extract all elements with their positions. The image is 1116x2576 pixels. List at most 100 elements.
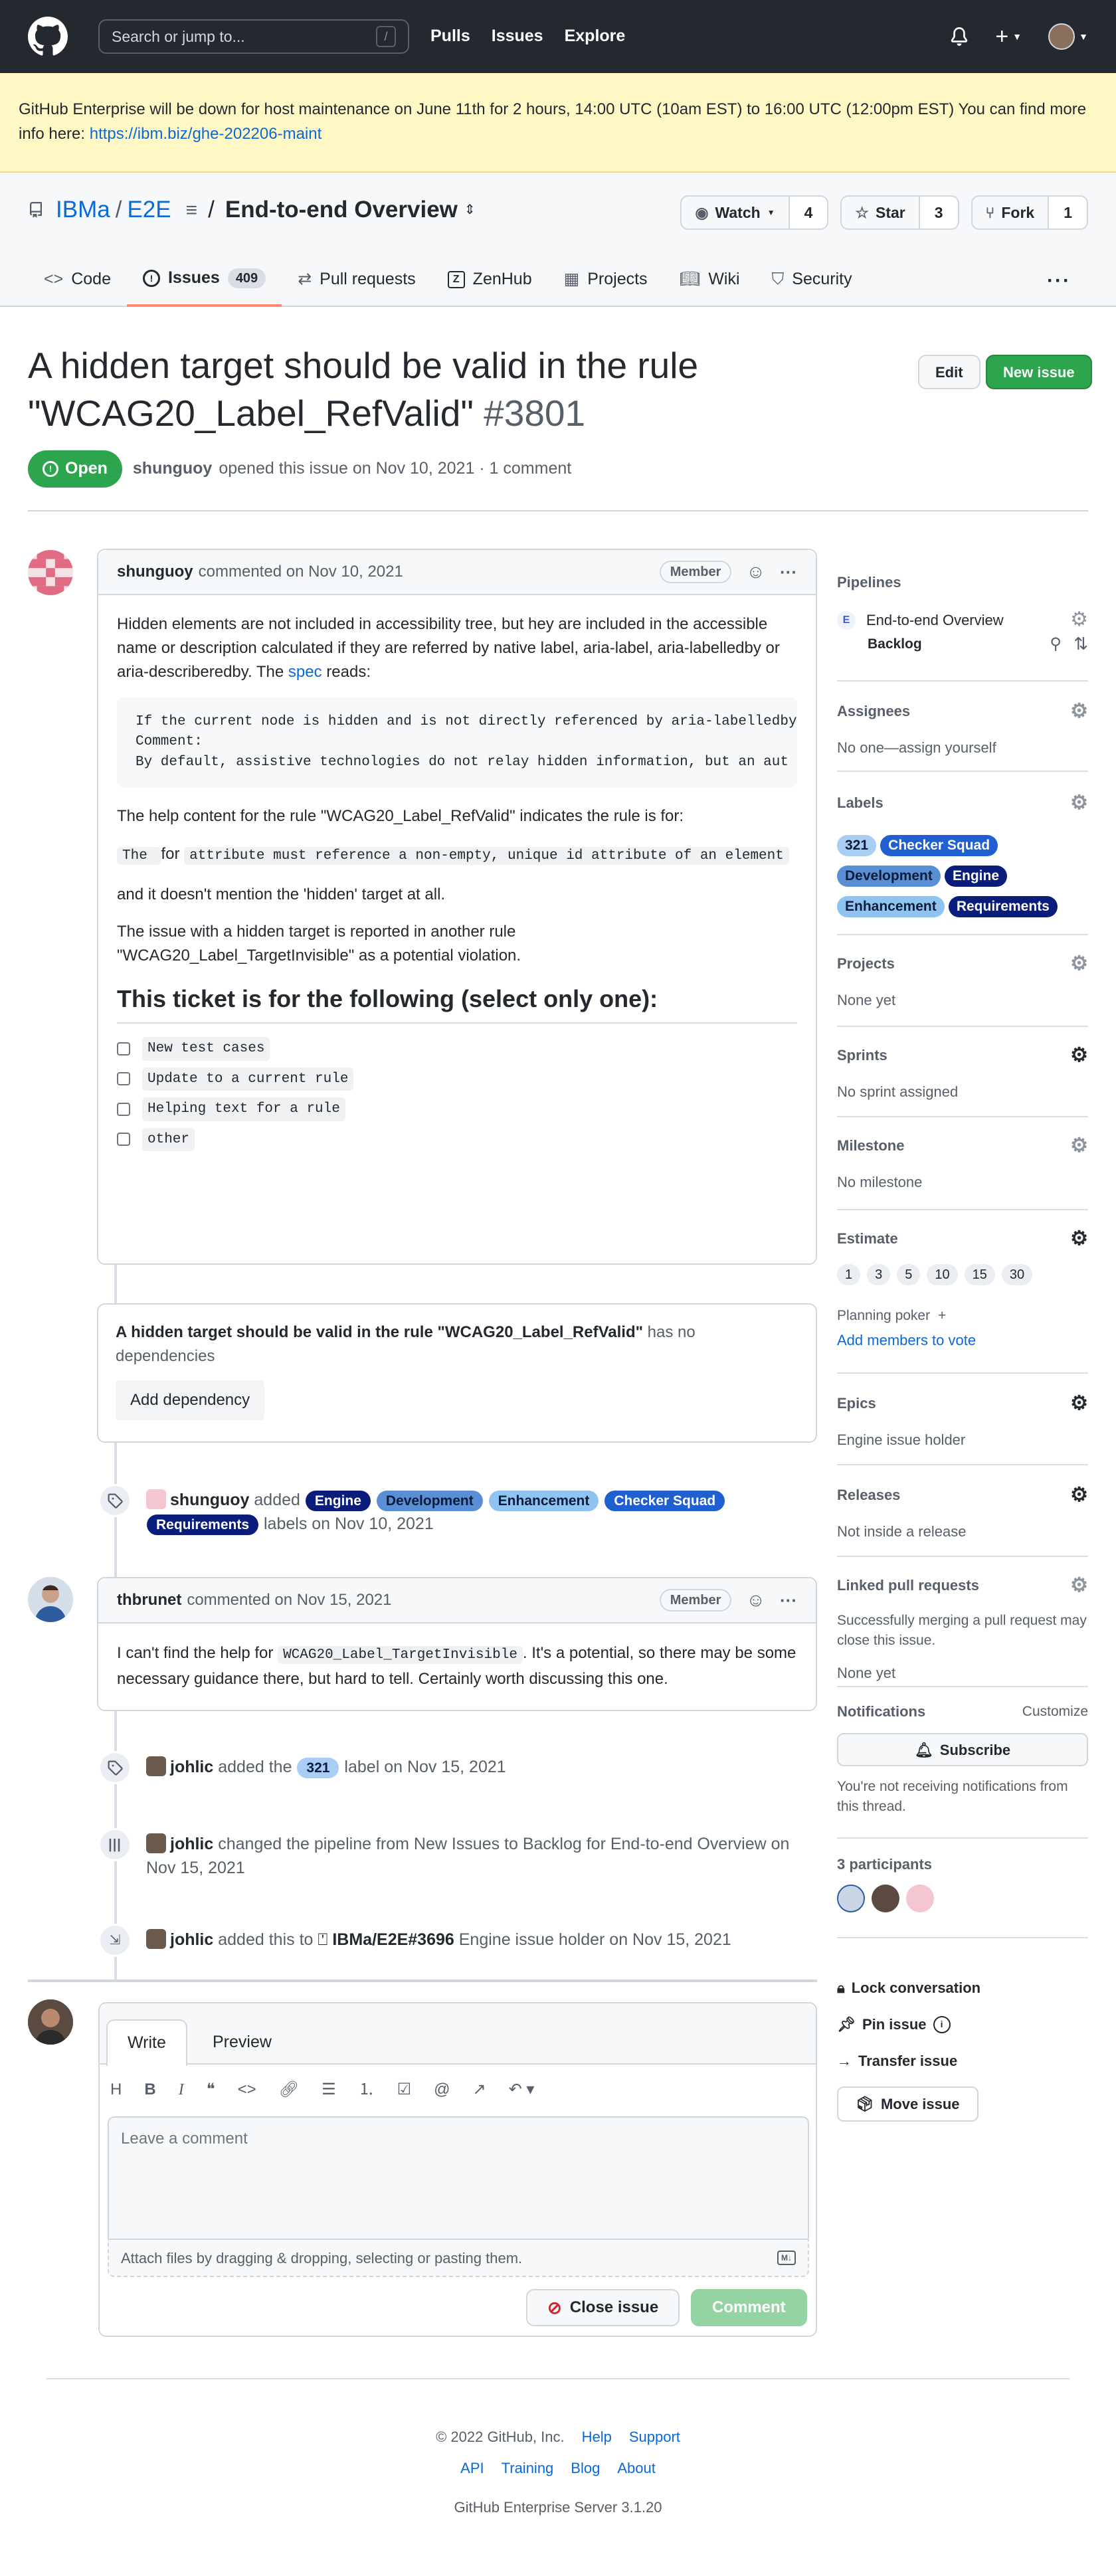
footer-link-help[interactable]: Help: [582, 2426, 612, 2448]
event-user[interactable]: shunguoy: [170, 1491, 249, 1509]
tab-code[interactable]: <> Code: [28, 252, 127, 307]
edit-title-button[interactable]: Edit: [918, 355, 980, 389]
project-name[interactable]: End-to-end Overview: [225, 193, 458, 228]
kebab-icon[interactable]: ···: [780, 1588, 797, 1613]
epics-value[interactable]: Engine issue holder: [837, 1429, 1088, 1451]
spec-link[interactable]: spec: [288, 663, 322, 681]
code-icon[interactable]: <>: [238, 2078, 256, 2102]
close-issue-button[interactable]: ⊘ Close issue: [526, 2289, 680, 2326]
footer-link-about[interactable]: About: [617, 2457, 656, 2479]
smiley-icon[interactable]: ☺: [746, 558, 765, 586]
gear-icon[interactable]: ⚙: [1070, 1040, 1088, 1070]
tab-write[interactable]: Write: [106, 2019, 187, 2066]
tasklist-icon[interactable]: ☑: [397, 2078, 412, 2102]
participant-avatar[interactable]: [872, 1885, 899, 1912]
bold-icon[interactable]: B: [144, 2078, 155, 2102]
customize-link[interactable]: Customize: [1022, 1701, 1088, 1722]
comment-textarea[interactable]: Leave a comment: [108, 2116, 809, 2240]
banner-link[interactable]: https://ibm.biz/ghe-202206-maint: [90, 125, 322, 143]
gear-icon[interactable]: ⚙: [1070, 1131, 1088, 1160]
link-icon[interactable]: 🔗︎: [279, 2078, 299, 2102]
nav-explore[interactable]: Explore: [565, 24, 626, 49]
tab-projects[interactable]: ▦ Projects: [548, 252, 664, 307]
tab-preview[interactable]: Preview: [193, 2019, 292, 2066]
estimate-chip[interactable]: 30: [1001, 1264, 1033, 1285]
star-button[interactable]: ☆ Star 3: [840, 195, 959, 230]
gear-icon[interactable]: ⚙: [1070, 604, 1088, 634]
task-checkbox[interactable]: [117, 1042, 130, 1056]
repo-name-link[interactable]: E2E: [127, 193, 171, 228]
footer-link-blog[interactable]: Blog: [571, 2457, 600, 2479]
label-321[interactable]: 321: [837, 835, 877, 856]
notifications-bell-icon[interactable]: [950, 27, 969, 46]
avatar-johlic-small[interactable]: [146, 1929, 166, 1949]
italic-icon[interactable]: I: [179, 2078, 184, 2102]
subscribe-button[interactable]: 🔔︎ Subscribe: [837, 1733, 1088, 1766]
gear-icon[interactable]: ⚙: [1070, 1480, 1088, 1510]
estimate-chip[interactable]: 10: [927, 1264, 958, 1285]
gear-icon[interactable]: ⚙: [1070, 1224, 1088, 1253]
new-issue-button[interactable]: New issue: [986, 355, 1092, 389]
event-user[interactable]: johlic: [170, 1930, 213, 1949]
comment-author[interactable]: thbrunet: [117, 1588, 181, 1612]
label-requirements[interactable]: Requirements: [948, 896, 1058, 917]
comment-timestamp[interactable]: commented on Nov 10, 2021: [199, 560, 403, 584]
gear-icon[interactable]: ⚙: [1070, 949, 1088, 978]
event-user[interactable]: johlic: [170, 1758, 213, 1776]
avatar-shunguoy[interactable]: [28, 550, 73, 595]
star-count[interactable]: 3: [919, 197, 958, 229]
avatar-current-user[interactable]: [28, 1999, 73, 2045]
watch-count[interactable]: 4: [789, 197, 828, 229]
tab-pull-requests[interactable]: ⇄ Pull requests: [282, 252, 431, 307]
footer-link-support[interactable]: Support: [629, 2426, 680, 2448]
unordered-list-icon[interactable]: ☰: [322, 2078, 336, 2102]
tab-issues[interactable]: ! Issues 409: [126, 252, 282, 307]
tab-security[interactable]: ⛉ Security: [756, 252, 868, 307]
label-enhancement[interactable]: Enhancement: [837, 896, 945, 917]
tab-wiki[interactable]: 📖︎ Wiki: [664, 252, 756, 307]
participant-avatar[interactable]: [906, 1885, 934, 1912]
nav-issues[interactable]: Issues: [492, 24, 543, 49]
add-dependency-button[interactable]: Add dependency: [116, 1380, 265, 1420]
pipeline-board[interactable]: End-to-end Overview: [866, 609, 1004, 631]
unfold-icon[interactable]: ⇕: [464, 200, 476, 220]
assignees-value[interactable]: No one—assign yourself: [837, 737, 1088, 759]
transfer-issue-action[interactable]: → Transfer issue: [837, 2050, 1088, 2072]
comment-submit-button[interactable]: Comment: [691, 2289, 807, 2326]
repo-owner-link[interactable]: IBMa: [56, 193, 110, 228]
tab-zenhub[interactable]: Z ZenHub: [432, 252, 548, 307]
label-requirements[interactable]: Requirements: [147, 1515, 259, 1536]
estimate-chip[interactable]: 1: [837, 1264, 861, 1285]
move-issue-button[interactable]: 📦︎ Move issue: [837, 2086, 978, 2122]
label-development[interactable]: Development: [376, 1491, 483, 1511]
fork-button[interactable]: ⑂ Fork 1: [971, 195, 1088, 230]
ordered-list-icon[interactable]: ⒈: [359, 2078, 375, 2102]
gear-icon[interactable]: ⚙: [1070, 1570, 1088, 1600]
planning-poker[interactable]: Planning poker +: [837, 1305, 1088, 1327]
search-input[interactable]: Search or jump to... /: [98, 19, 409, 54]
lock-conversation-action[interactable]: 🔒︎ Lock conversation: [837, 1977, 1088, 1999]
event-user[interactable]: johlic: [170, 1835, 213, 1853]
gear-icon[interactable]: ⚙: [1070, 1388, 1088, 1418]
quote-icon[interactable]: ❝: [207, 2078, 215, 2102]
reply-icon[interactable]: ↶ ▾: [509, 2078, 535, 2102]
kebab-icon[interactable]: ···: [780, 559, 797, 585]
create-new-menu[interactable]: + ▼: [995, 25, 1022, 48]
task-checkbox[interactable]: [117, 1072, 130, 1086]
task-checkbox[interactable]: [117, 1133, 130, 1147]
fork-count[interactable]: 1: [1049, 197, 1087, 229]
footer-link-api[interactable]: API: [460, 2457, 484, 2479]
mention-icon[interactable]: @: [434, 2078, 450, 2102]
user-menu[interactable]: ▼: [1048, 23, 1088, 50]
nav-pulls[interactable]: Pulls: [430, 24, 470, 49]
comment-author[interactable]: shunguoy: [117, 560, 193, 584]
markdown-icon[interactable]: M↓: [777, 2251, 796, 2265]
add-members-vote-link[interactable]: Add members to vote: [837, 1329, 1088, 1351]
pin-issue-action[interactable]: 📌︎ Pin issue i: [837, 2013, 1088, 2035]
more-tabs-icon[interactable]: ···: [1047, 266, 1071, 296]
label-engine[interactable]: Engine: [945, 866, 1008, 887]
comment-timestamp[interactable]: commented on Nov 15, 2021: [187, 1588, 391, 1612]
label-development[interactable]: Development: [837, 866, 941, 887]
plus-icon[interactable]: +: [938, 1308, 946, 1323]
epic-reference[interactable]: IBMa/E2E#3696: [332, 1930, 454, 1949]
